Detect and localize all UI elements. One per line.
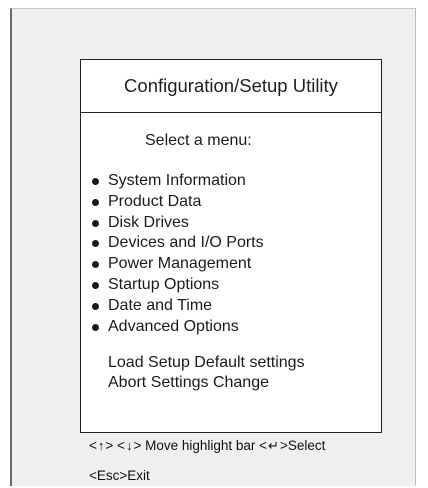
bullet-icon — [92, 198, 99, 206]
settings-actions: Load Setup Default settings Abort Settin… — [108, 353, 305, 393]
menu-item-devices-io-ports[interactable]: Devices and I/O Ports — [92, 233, 264, 254]
load-setup-default-settings[interactable]: Load Setup Default settings — [108, 353, 305, 373]
down-key-open: < — [117, 438, 125, 453]
abort-settings-change[interactable]: Abort Settings Change — [108, 373, 305, 393]
menu-item-advanced-options[interactable]: Advanced Options — [92, 317, 264, 338]
page-title: Configuration/Setup Utility — [81, 60, 381, 113]
menu-item-label: Advanced Options — [108, 317, 239, 335]
menu-item-disk-drives[interactable]: Disk Drives — [92, 213, 264, 234]
main-menu-list: System Information Product Data Disk Dri… — [92, 171, 264, 337]
select-text: >Select — [279, 438, 326, 453]
exit-help: <Esc>Exit — [89, 468, 150, 483]
bullet-icon — [92, 323, 99, 331]
bullet-icon — [92, 219, 99, 227]
arrow-down-icon: ↓ — [125, 438, 133, 453]
setup-screen: Configuration/Setup Utility Select a men… — [0, 0, 428, 488]
menu-item-label: Product Data — [108, 192, 202, 210]
menu-item-system-information[interactable]: System Information — [92, 171, 264, 192]
setup-menu-panel: Configuration/Setup Utility Select a men… — [80, 59, 382, 433]
enter-key-open: < — [259, 438, 268, 453]
menu-item-power-management[interactable]: Power Management — [92, 254, 264, 275]
navigation-help: <↑> <↓> Move highlight bar <↵>Select — [89, 438, 325, 454]
bullet-icon — [92, 281, 99, 289]
menu-item-product-data[interactable]: Product Data — [92, 192, 264, 213]
menu-item-label: Devices and I/O Ports — [108, 234, 264, 252]
menu-item-label: Disk Drives — [108, 213, 189, 231]
menu-item-startup-options[interactable]: Startup Options — [92, 275, 264, 296]
select-menu-label: Select a menu: — [145, 132, 252, 149]
menu-item-label: System Information — [108, 172, 246, 189]
bullet-icon — [92, 178, 99, 185]
bullet-icon — [92, 261, 99, 269]
menu-item-date-time[interactable]: Date and Time — [92, 296, 264, 317]
menu-item-label: Startup Options — [108, 275, 220, 293]
enter-icon: ↵ — [268, 438, 279, 453]
menu-item-label: Date and Time — [108, 296, 213, 314]
bullet-icon — [92, 240, 99, 248]
menu-item-label: Power Management — [108, 255, 252, 273]
screen-frame: Configuration/Setup Utility Select a men… — [10, 8, 416, 486]
up-key-close: > — [105, 438, 114, 453]
arrow-up-icon: ↑ — [97, 438, 105, 453]
up-key-open: < — [89, 438, 97, 453]
bullet-icon — [92, 302, 99, 310]
move-highlight-text: > Move highlight bar — [133, 438, 256, 453]
